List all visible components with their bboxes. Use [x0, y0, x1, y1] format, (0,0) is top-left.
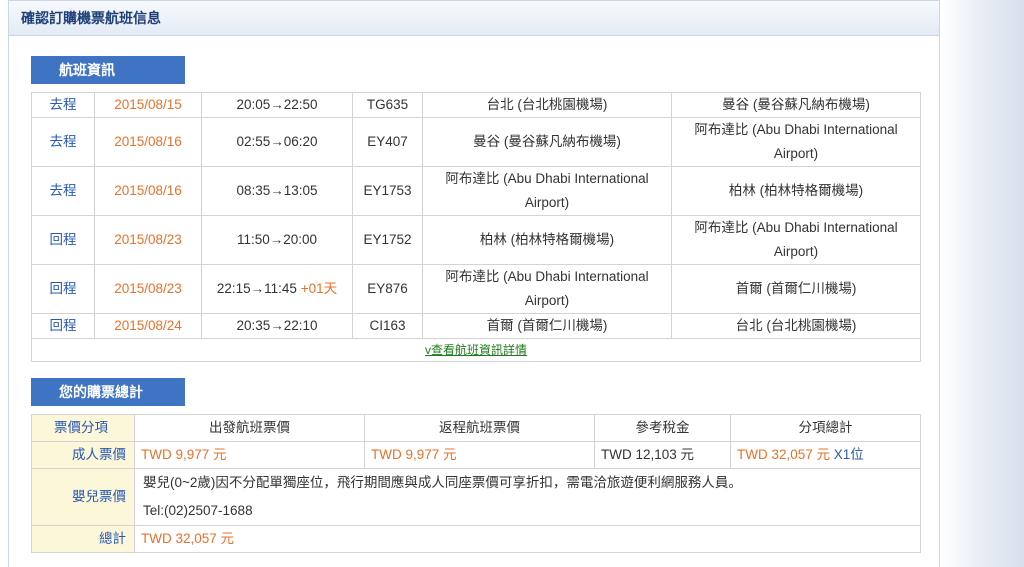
panel-title: 確認訂購機票航班信息 — [9, 0, 939, 36]
flight-direction: 去程 — [31, 92, 95, 118]
infant-note: 嬰兒(0~2歲)因不分配單獨座位，飛行期間應與成人同座票價可享折扣，需電洽旅遊便… — [143, 475, 742, 490]
flight-number: EY876 — [352, 264, 423, 314]
col-tax: 參考稅金 — [594, 414, 731, 442]
infant-label: 嬰兒票價 — [31, 468, 135, 526]
flight-number: EY1753 — [352, 166, 423, 216]
adult-return-fare: TWD 9,977 元 — [364, 441, 595, 469]
flight-time: 11:50→20:00 — [201, 215, 353, 265]
flight-direction: 回程 — [31, 264, 95, 314]
flight-row: 回程 2015/08/23 11:50→20:00 EY1752 柏林 (柏林特格爾機場… — [31, 215, 921, 265]
flight-number: EY1752 — [352, 215, 423, 265]
flight-row: 回程 2015/08/23 22:15→11:45 +01天 EY876 阿布達比 (A… — [31, 264, 921, 314]
flight-time: 02:55→06:20 — [201, 117, 353, 167]
flight-date: 2015/08/24 — [94, 313, 202, 339]
purchase-total-tab: 您的購票總計 — [31, 378, 185, 406]
flight-origin: 阿布達比 (Abu Dhabi International Airport) — [422, 166, 672, 216]
flight-row: 去程 2015/08/16 08:35→13:05 EY1753 阿布達比 (Abu D… — [31, 166, 921, 216]
adult-outbound-fare: TWD 9,977 元 — [134, 441, 365, 469]
total-row: 總計 TWD 32,057 元 — [31, 525, 921, 553]
flight-direction: 去程 — [31, 166, 95, 216]
adult-tax: TWD 12,103 元 — [594, 441, 731, 469]
flight-time: 20:35→22:10 — [201, 313, 353, 339]
adult-subtotal: TWD 32,057 元 — [737, 447, 831, 462]
flight-direction: 回程 — [31, 215, 95, 265]
view-flight-details-link[interactable]: v查看航班資訊詳情 — [425, 343, 527, 357]
flight-origin: 曼谷 (曼谷蘇凡納布機場) — [422, 117, 672, 167]
col-outbound-fare: 出發航班票價 — [134, 414, 365, 442]
adult-row: 成人票價 TWD 9,977 元 TWD 9,977 元 TWD 12,103 … — [31, 441, 921, 469]
flight-destination: 柏林 (柏林特格爾機場) — [671, 166, 921, 216]
flight-origin: 台北 (台北桃園機場) — [422, 92, 672, 118]
total-value: TWD 32,057 元 — [134, 525, 921, 553]
col-return-fare: 返程航班票價 — [364, 414, 595, 442]
flight-direction: 去程 — [31, 117, 95, 167]
flight-number: CI163 — [352, 313, 423, 339]
flight-row: 回程 2015/08/24 20:35→22:10 CI163 首爾 (首爾仁川機場) 台… — [31, 313, 921, 339]
flight-destination: 阿布達比 (Abu Dhabi International Airport) — [671, 215, 921, 265]
flight-date: 2015/08/23 — [94, 264, 202, 314]
confirm-panel: 確認訂購機票航班信息 航班資訊 去程 2015/08/15 20:05→22:50 T… — [8, 0, 940, 567]
flight-number: EY407 — [352, 117, 423, 167]
adult-label: 成人票價 — [31, 441, 135, 469]
flight-destination: 阿布達比 (Abu Dhabi International Airport) — [671, 117, 921, 167]
flight-destination: 台北 (台北桃園機場) — [671, 313, 921, 339]
flight-date: 2015/08/23 — [94, 215, 202, 265]
col-fare-item: 票價分項 — [31, 414, 135, 442]
flight-date: 2015/08/16 — [94, 166, 202, 216]
flight-destination: 首爾 (首爾仁川機場) — [671, 264, 921, 314]
service-tel: Tel:(02)2507-1688 — [143, 503, 253, 518]
flight-origin: 首爾 (首爾仁川機場) — [422, 313, 672, 339]
flight-date: 2015/08/16 — [94, 117, 202, 167]
more-row: v查看航班資訊詳情 — [31, 338, 921, 362]
price-table: 票價分項 出發航班票價 返程航班票價 參考稅金 分項總計 成人票價 TWD 9,… — [31, 414, 921, 553]
infant-row: 嬰兒票價 嬰兒(0~2歲)因不分配單獨座位，飛行期間應與成人同座票價可享折扣，需… — [31, 468, 921, 526]
flight-direction: 回程 — [31, 313, 95, 339]
flight-number: TG635 — [352, 92, 423, 118]
flight-time: 08:35→13:05 — [201, 166, 353, 216]
flight-origin: 阿布達比 (Abu Dhabi International Airport) — [422, 264, 672, 314]
flight-row: 去程 2015/08/16 02:55→06:20 EY407 曼谷 (曼谷蘇凡納布機場… — [31, 117, 921, 167]
flight-destination: 曼谷 (曼谷蘇凡納布機場) — [671, 92, 921, 118]
flight-table: 去程 2015/08/15 20:05→22:50 TG635 台北 (台北桃園機場) 曼… — [31, 92, 921, 362]
adult-count: X1位 — [833, 447, 864, 462]
next-day-badge: +01天 — [300, 281, 338, 296]
flight-origin: 柏林 (柏林特格爾機場) — [422, 215, 672, 265]
total-label: 總計 — [31, 525, 135, 553]
price-header-row: 票價分項 出發航班票價 返程航班票價 參考稅金 分項總計 — [31, 414, 921, 442]
col-subtotal: 分項總計 — [730, 414, 921, 442]
flight-date: 2015/08/15 — [94, 92, 202, 118]
flight-time: 20:05→22:50 — [201, 92, 353, 118]
flight-info-tab: 航班資訊 — [31, 56, 185, 84]
flight-row: 去程 2015/08/15 20:05→22:50 TG635 台北 (台北桃園機場) 曼… — [31, 92, 921, 118]
flight-time: 22:15→11:45 +01天 — [201, 264, 353, 314]
